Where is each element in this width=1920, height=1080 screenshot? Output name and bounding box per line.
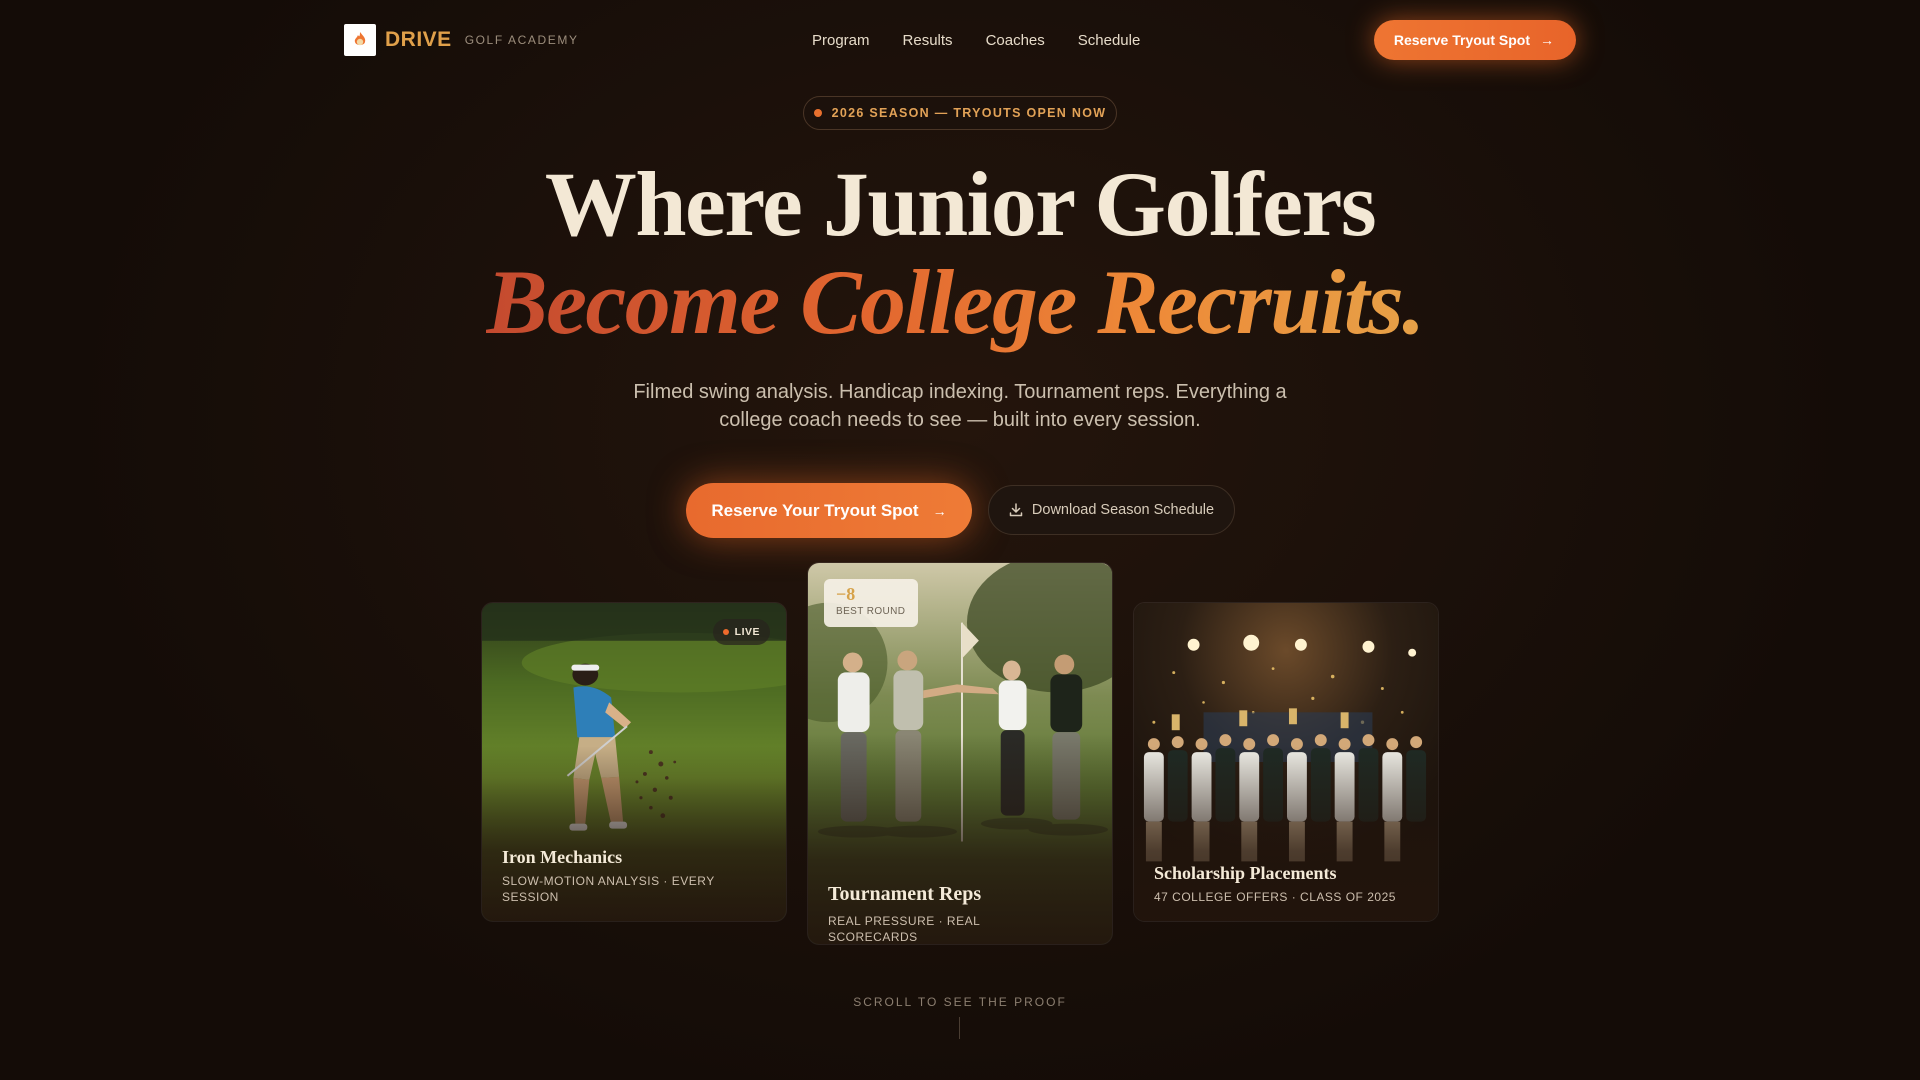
brand-home-link[interactable]: DRIVE GOLF ACADEMY <box>344 24 579 56</box>
headline-line-2-text: Become College Recruits. <box>486 251 1434 353</box>
nav-link-program[interactable]: Program <box>812 32 870 49</box>
scholarship-placements-card[interactable]: Scholarship Placements 47 COLLEGE OFFERS… <box>1133 602 1439 922</box>
top-nav: DRIVE GOLF ACADEMY Program Results Coach… <box>344 18 1576 62</box>
secondary-cta-label: Download Season Schedule <box>1031 502 1215 518</box>
nav-links: Program Results Coaches Schedule <box>812 32 1140 49</box>
nav-link-coaches[interactable]: Coaches <box>986 32 1045 49</box>
brand-name: DRIVE <box>385 28 452 51</box>
headline-line-1: Where Junior Golfers <box>544 153 1377 255</box>
golf-flame-logo-icon <box>344 24 376 56</box>
card-meta: SLOW-MOTION ANALYSIS · EVERY SESSION <box>502 874 715 904</box>
status-dot-icon <box>813 109 822 117</box>
best-round-badge: −8 BEST ROUND <box>824 579 918 627</box>
arrow-right-icon: → <box>932 502 947 519</box>
iron-mechanics-card[interactable]: LIVE Iron Mechanics SLOW-MOTION ANALYSIS… <box>481 602 787 922</box>
download-schedule-button[interactable]: Download Season Schedule <box>988 485 1235 535</box>
live-dot-icon <box>722 629 729 635</box>
live-badge: LIVE <box>712 619 770 645</box>
arrow-right-icon: → <box>1540 32 1554 48</box>
scroll-indicator-line <box>959 1017 960 1039</box>
hero-subtitle: Filmed swing analysis. Handicap indexing… <box>633 381 1287 431</box>
scroll-hint: SCROLL TO SEE THE PROOF <box>853 995 1067 1009</box>
headline-line-2: Become College Recruits. <box>0 256 1920 348</box>
nav-link-schedule[interactable]: Schedule <box>1078 32 1141 49</box>
season-badge-label: 2026 SEASON — TRYOUTS OPEN NOW <box>831 106 1107 120</box>
reserve-your-tryout-button[interactable]: Reserve Your Tryout Spot → <box>686 483 972 538</box>
primary-cta-label: Reserve Your Tryout Spot <box>711 500 919 520</box>
card-title: Scholarship Placements <box>1154 863 1337 883</box>
best-round-score: −8 <box>836 584 856 604</box>
reserve-tryout-label: Reserve Tryout Spot <box>1393 32 1530 48</box>
brand-subtitle: GOLF ACADEMY <box>464 33 579 47</box>
card-title: Tournament Reps <box>828 883 982 905</box>
live-badge-label: LIVE <box>734 626 760 638</box>
download-icon <box>1009 503 1023 517</box>
tournament-reps-card[interactable]: −8 BEST ROUND Tournament Reps REAL PRESS… <box>807 562 1113 945</box>
best-round-label: BEST ROUND <box>836 606 906 617</box>
card-title: Iron Mechanics <box>502 847 623 867</box>
card-meta: 47 COLLEGE OFFERS · CLASS OF 2025 <box>1154 890 1396 904</box>
season-badge: 2026 SEASON — TRYOUTS OPEN NOW <box>803 96 1117 130</box>
nav-link-results[interactable]: Results <box>903 32 953 49</box>
card-meta: REAL PRESSURE · REAL SCORECARDS <box>828 914 980 944</box>
reserve-tryout-button[interactable]: Reserve Tryout Spot → <box>1373 20 1576 60</box>
